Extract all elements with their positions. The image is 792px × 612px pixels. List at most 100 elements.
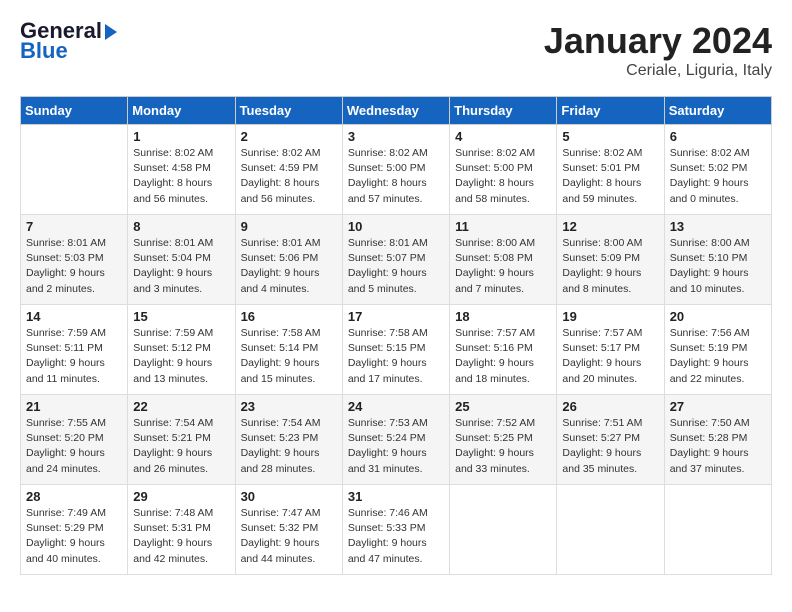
calendar-week-1: 1Sunrise: 8:02 AMSunset: 4:58 PMDaylight… <box>21 125 772 215</box>
day-info: Sunrise: 8:00 AMSunset: 5:10 PMDaylight:… <box>670 236 766 297</box>
calendar-cell: 20 Sunrise: 7:56 AMSunset: 5:19 PMDayligh… <box>664 305 771 395</box>
day-number: 2 <box>241 129 337 144</box>
day-info: Sunrise: 8:00 AMSunset: 5:09 PMDaylight:… <box>562 236 658 297</box>
calendar-cell: 8 Sunrise: 8:01 AMSunset: 5:04 PMDaylight… <box>128 215 235 305</box>
day-info: Sunrise: 8:01 AMSunset: 5:07 PMDaylight:… <box>348 236 444 297</box>
calendar-cell: 30Sunrise: 7:47 AMSunset: 5:32 PMDayligh… <box>235 485 342 575</box>
day-info: Sunrise: 7:59 AMSunset: 5:12 PMDaylight:… <box>133 326 229 387</box>
calendar-cell: 15 Sunrise: 7:59 AMSunset: 5:12 PMDayligh… <box>128 305 235 395</box>
day-info: Sunrise: 8:02 AMSunset: 5:01 PMDaylight:… <box>562 146 658 207</box>
calendar-cell: 1Sunrise: 8:02 AMSunset: 4:58 PMDaylight… <box>128 125 235 215</box>
header-friday: Friday <box>557 97 664 125</box>
day-info: Sunrise: 8:02 AMSunset: 5:02 PMDaylight:… <box>670 146 766 207</box>
day-number: 17 <box>348 309 444 324</box>
calendar-cell: 11 Sunrise: 8:00 AMSunset: 5:08 PMDayligh… <box>450 215 557 305</box>
day-number: 4 <box>455 129 551 144</box>
day-info: Sunrise: 7:54 AMSunset: 5:21 PMDaylight:… <box>133 416 229 477</box>
day-info: Sunrise: 7:48 AMSunset: 5:31 PMDaylight:… <box>133 506 229 567</box>
calendar-cell: 24 Sunrise: 7:53 AMSunset: 5:24 PMDayligh… <box>342 395 449 485</box>
day-number: 23 <box>241 399 337 414</box>
calendar-cell: 5 Sunrise: 8:02 AMSunset: 5:01 PMDaylight… <box>557 125 664 215</box>
day-number: 26 <box>562 399 658 414</box>
calendar-cell: 23 Sunrise: 7:54 AMSunset: 5:23 PMDayligh… <box>235 395 342 485</box>
calendar-cell: 22 Sunrise: 7:54 AMSunset: 5:21 PMDayligh… <box>128 395 235 485</box>
header-wednesday: Wednesday <box>342 97 449 125</box>
day-info: Sunrise: 8:02 AMSunset: 5:00 PMDaylight:… <box>348 146 444 207</box>
day-number: 3 <box>348 129 444 144</box>
day-info: Sunrise: 7:56 AMSunset: 5:19 PMDaylight:… <box>670 326 766 387</box>
calendar-cell: 7Sunrise: 8:01 AMSunset: 5:03 PMDaylight… <box>21 215 128 305</box>
day-info: Sunrise: 7:47 AMSunset: 5:32 PMDaylight:… <box>241 506 337 567</box>
day-number: 11 <box>455 219 551 234</box>
header-thursday: Thursday <box>450 97 557 125</box>
calendar-cell: 2 Sunrise: 8:02 AMSunset: 4:59 PMDaylight… <box>235 125 342 215</box>
day-info: Sunrise: 8:02 AMSunset: 4:58 PMDaylight:… <box>133 146 229 207</box>
day-number: 7 <box>26 219 122 234</box>
calendar-cell: 26 Sunrise: 7:51 AMSunset: 5:27 PMDayligh… <box>557 395 664 485</box>
calendar-cell <box>450 485 557 575</box>
day-number: 5 <box>562 129 658 144</box>
day-number: 19 <box>562 309 658 324</box>
calendar-cell: 10 Sunrise: 8:01 AMSunset: 5:07 PMDayligh… <box>342 215 449 305</box>
calendar-header: Sunday Monday Tuesday Wednesday Thursday… <box>21 97 772 125</box>
day-info: Sunrise: 7:52 AMSunset: 5:25 PMDaylight:… <box>455 416 551 477</box>
month-title: January 2024 <box>544 20 772 62</box>
calendar-table: Sunday Monday Tuesday Wednesday Thursday… <box>20 96 772 575</box>
day-number: 29 <box>133 489 229 504</box>
day-number: 24 <box>348 399 444 414</box>
day-info: Sunrise: 7:53 AMSunset: 5:24 PMDaylight:… <box>348 416 444 477</box>
header-saturday: Saturday <box>664 97 771 125</box>
day-info: Sunrise: 7:58 AMSunset: 5:14 PMDaylight:… <box>241 326 337 387</box>
day-number: 20 <box>670 309 766 324</box>
calendar-week-5: 28Sunrise: 7:49 AMSunset: 5:29 PMDayligh… <box>21 485 772 575</box>
day-number: 9 <box>241 219 337 234</box>
calendar-cell: 16 Sunrise: 7:58 AMSunset: 5:14 PMDayligh… <box>235 305 342 395</box>
day-number: 18 <box>455 309 551 324</box>
calendar-cell: 19 Sunrise: 7:57 AMSunset: 5:17 PMDayligh… <box>557 305 664 395</box>
calendar-cell: 31Sunrise: 7:46 AMSunset: 5:33 PMDayligh… <box>342 485 449 575</box>
calendar-cell: 12 Sunrise: 8:00 AMSunset: 5:09 PMDayligh… <box>557 215 664 305</box>
day-number: 15 <box>133 309 229 324</box>
logo-blue: Blue <box>20 40 117 62</box>
day-number: 6 <box>670 129 766 144</box>
header-row: Sunday Monday Tuesday Wednesday Thursday… <box>21 97 772 125</box>
day-info: Sunrise: 7:51 AMSunset: 5:27 PMDaylight:… <box>562 416 658 477</box>
calendar-week-4: 21 Sunrise: 7:55 AMSunset: 5:20 PMDayligh… <box>21 395 772 485</box>
day-info: Sunrise: 8:02 AMSunset: 5:00 PMDaylight:… <box>455 146 551 207</box>
calendar-cell: 14Sunrise: 7:59 AMSunset: 5:11 PMDayligh… <box>21 305 128 395</box>
day-info: Sunrise: 7:49 AMSunset: 5:29 PMDaylight:… <box>26 506 122 567</box>
calendar-cell: 13Sunrise: 8:00 AMSunset: 5:10 PMDayligh… <box>664 215 771 305</box>
day-number: 21 <box>26 399 122 414</box>
header-monday: Monday <box>128 97 235 125</box>
calendar-week-3: 14Sunrise: 7:59 AMSunset: 5:11 PMDayligh… <box>21 305 772 395</box>
day-info: Sunrise: 8:02 AMSunset: 4:59 PMDaylight:… <box>241 146 337 207</box>
day-number: 12 <box>562 219 658 234</box>
day-number: 22 <box>133 399 229 414</box>
calendar-cell: 6 Sunrise: 8:02 AMSunset: 5:02 PMDaylight… <box>664 125 771 215</box>
calendar-cell: 25 Sunrise: 7:52 AMSunset: 5:25 PMDayligh… <box>450 395 557 485</box>
day-info: Sunrise: 8:00 AMSunset: 5:08 PMDaylight:… <box>455 236 551 297</box>
day-number: 16 <box>241 309 337 324</box>
day-info: Sunrise: 7:54 AMSunset: 5:23 PMDaylight:… <box>241 416 337 477</box>
day-number: 10 <box>348 219 444 234</box>
day-info: Sunrise: 8:01 AMSunset: 5:04 PMDaylight:… <box>133 236 229 297</box>
day-info: Sunrise: 7:55 AMSunset: 5:20 PMDaylight:… <box>26 416 122 477</box>
calendar-cell <box>664 485 771 575</box>
header-sunday: Sunday <box>21 97 128 125</box>
day-number: 25 <box>455 399 551 414</box>
day-info: Sunrise: 8:01 AMSunset: 5:06 PMDaylight:… <box>241 236 337 297</box>
header-tuesday: Tuesday <box>235 97 342 125</box>
day-number: 27 <box>670 399 766 414</box>
calendar-cell: 27Sunrise: 7:50 AMSunset: 5:28 PMDayligh… <box>664 395 771 485</box>
day-number: 31 <box>348 489 444 504</box>
location: Ceriale, Liguria, Italy <box>544 62 772 80</box>
calendar-cell: 9 Sunrise: 8:01 AMSunset: 5:06 PMDaylight… <box>235 215 342 305</box>
day-info: Sunrise: 7:57 AMSunset: 5:16 PMDaylight:… <box>455 326 551 387</box>
day-info: Sunrise: 7:57 AMSunset: 5:17 PMDaylight:… <box>562 326 658 387</box>
day-number: 14 <box>26 309 122 324</box>
calendar-week-2: 7Sunrise: 8:01 AMSunset: 5:03 PMDaylight… <box>21 215 772 305</box>
logo-arrow-icon <box>105 24 117 40</box>
calendar-cell: 21 Sunrise: 7:55 AMSunset: 5:20 PMDayligh… <box>21 395 128 485</box>
calendar-cell <box>557 485 664 575</box>
day-number: 8 <box>133 219 229 234</box>
